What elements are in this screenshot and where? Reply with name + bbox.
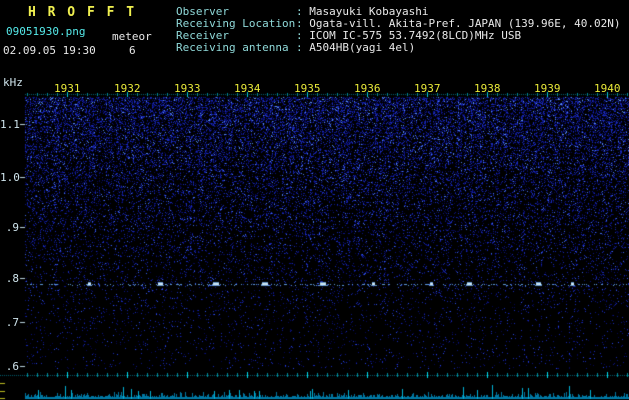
station-info-colon: : — [296, 41, 310, 54]
output-filename: 09051930.png — [6, 25, 86, 38]
spectrogram-canvas — [0, 0, 629, 400]
y-axis-unit: kHz — [3, 76, 23, 89]
station-info-value: A504HB(yagi 4el) — [309, 41, 416, 54]
datetime-label: 02.09.05 19:30 — [3, 44, 96, 57]
station-info-row: Receiving antenna: A504HB(yagi 4el) — [176, 42, 621, 54]
station-info-label: Receiving antenna — [176, 41, 289, 54]
app-title: H R O F F T — [28, 5, 137, 20]
mode-label: meteor — [112, 30, 152, 43]
meteor-count: 6 — [129, 44, 136, 57]
station-info: Observer: Masayuki Kobayashi Receiving Lo… — [176, 6, 621, 54]
hrofft-screen: H R O F F T 09051930.png meteor 02.09.05… — [0, 0, 629, 400]
